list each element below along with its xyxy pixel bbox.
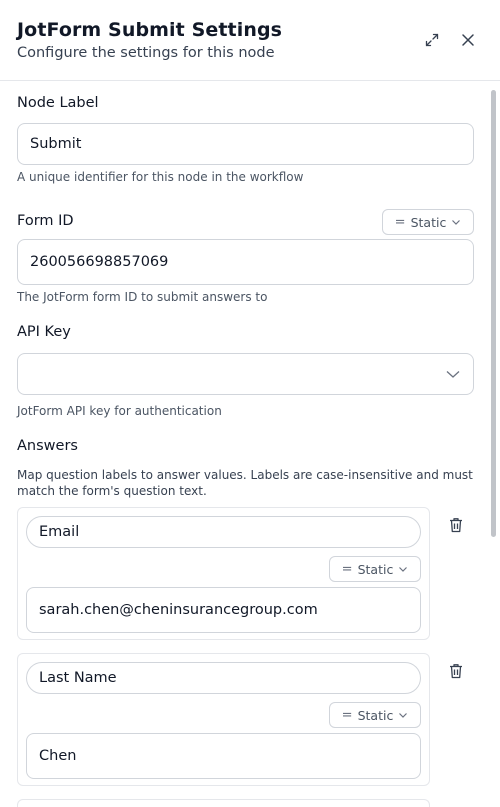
form-id-heading: Form ID bbox=[17, 213, 74, 229]
api-key-select[interactable] bbox=[17, 353, 474, 395]
answer-row bbox=[17, 799, 430, 807]
answer-row: Last Name = Static Chen bbox=[17, 653, 430, 786]
answer-mode-label: Static bbox=[357, 707, 394, 723]
answers-heading: Answers bbox=[17, 438, 78, 454]
equals-icon: = bbox=[341, 561, 353, 577]
api-key-help: JotForm API key for authentication bbox=[17, 404, 222, 418]
node-label-help: A unique identifier for this node in the… bbox=[17, 170, 304, 184]
node-label-input[interactable]: Submit bbox=[17, 123, 474, 165]
trash-icon bbox=[450, 664, 462, 679]
form-id-mode-select[interactable]: = Static bbox=[382, 209, 474, 235]
delete-answer-button[interactable] bbox=[447, 516, 465, 534]
trash-icon bbox=[450, 518, 462, 533]
expand-button[interactable] bbox=[421, 29, 443, 51]
answer-question-input[interactable]: Email bbox=[26, 516, 421, 548]
close-button[interactable] bbox=[457, 29, 479, 51]
answers-help: Map question labels to answer values. La… bbox=[17, 468, 473, 498]
chevron-down-icon bbox=[452, 220, 461, 225]
answer-mode-select[interactable]: = Static bbox=[329, 556, 421, 582]
form-id-help: The JotForm form ID to submit answers to bbox=[17, 290, 268, 304]
api-key-heading: API Key bbox=[17, 324, 71, 340]
equals-icon: = bbox=[394, 214, 406, 230]
chevron-down-icon bbox=[399, 567, 408, 572]
answer-value-input[interactable]: Chen bbox=[26, 733, 421, 779]
answer-mode-label: Static bbox=[357, 561, 394, 577]
form-id-input[interactable]: 260056698857069 bbox=[17, 239, 474, 285]
panel-header: JotForm Submit Settings Configure the se… bbox=[0, 0, 500, 81]
panel-subtitle: Configure the settings for this node bbox=[17, 45, 275, 61]
delete-answer-button[interactable] bbox=[447, 662, 465, 680]
panel-title: JotForm Submit Settings bbox=[17, 19, 283, 41]
form-id-mode-label: Static bbox=[410, 214, 447, 230]
answer-value-input[interactable]: sarah.chen@cheninsurancegroup.com bbox=[26, 587, 421, 633]
answer-mode-select[interactable]: = Static bbox=[329, 702, 421, 728]
node-label-heading: Node Label bbox=[17, 95, 99, 111]
equals-icon: = bbox=[341, 707, 353, 723]
scrollbar[interactable] bbox=[491, 90, 496, 537]
close-icon bbox=[462, 34, 474, 46]
expand-icon bbox=[425, 33, 439, 47]
chevron-down-icon bbox=[399, 713, 408, 718]
answer-row: Email = Static sarah.chen@cheninsuranceg… bbox=[17, 507, 430, 640]
answer-question-input[interactable]: Last Name bbox=[26, 662, 421, 694]
chevron-down-icon bbox=[446, 371, 460, 378]
